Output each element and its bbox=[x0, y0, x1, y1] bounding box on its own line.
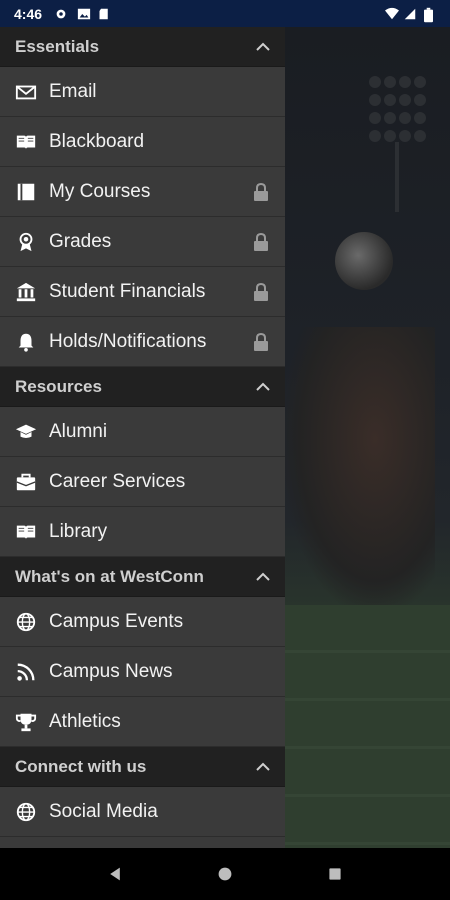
menu-item-my-courses[interactable]: My Courses bbox=[0, 167, 285, 217]
menu-item-campus-news[interactable]: Campus News bbox=[0, 647, 285, 697]
menu-item-label: Career Services bbox=[49, 470, 186, 492]
section-title: Essentials bbox=[15, 36, 100, 56]
section-title: What's on at WestConn bbox=[15, 566, 204, 586]
award-icon bbox=[15, 231, 37, 253]
menu-item-social-media[interactable]: Social Media bbox=[0, 787, 285, 837]
bell-icon bbox=[15, 331, 37, 353]
field bbox=[285, 605, 450, 848]
section-header-resources[interactable]: Resources bbox=[0, 367, 285, 407]
menu-item-holds-notifications[interactable]: Holds/Notifications bbox=[0, 317, 285, 367]
recents-button[interactable] bbox=[323, 862, 347, 886]
trophy-icon bbox=[15, 711, 37, 733]
chevron-up-icon[interactable] bbox=[255, 39, 271, 55]
section-header-what-s-on-at-westconn[interactable]: What's on at WestConn bbox=[0, 557, 285, 597]
settings-icon bbox=[54, 7, 68, 21]
stadium-lights bbox=[369, 76, 426, 212]
back-button[interactable] bbox=[103, 862, 127, 886]
lock-icon bbox=[252, 282, 270, 302]
menu-item-label: Student Financials bbox=[49, 280, 206, 302]
lock-icon bbox=[252, 232, 270, 252]
graduation-cap-icon bbox=[15, 421, 37, 443]
rss-icon bbox=[15, 661, 37, 683]
menu-item-grades[interactable]: Grades bbox=[0, 217, 285, 267]
menu-item-blackboard[interactable]: Blackboard bbox=[0, 117, 285, 167]
lock-icon bbox=[252, 332, 270, 352]
player-silhouette bbox=[285, 327, 435, 607]
bank-icon bbox=[15, 281, 37, 303]
section-header-connect-with-us[interactable]: Connect with us bbox=[0, 747, 285, 787]
menu-item-label: Grades bbox=[49, 230, 112, 252]
menu-item-career-services[interactable]: Career Services bbox=[0, 457, 285, 507]
menu-item-label: Social Media bbox=[49, 800, 158, 822]
book-open-icon bbox=[15, 131, 37, 153]
menu-item-label: Library bbox=[49, 520, 108, 542]
menu-item-label: Campus News bbox=[49, 660, 173, 682]
lock-icon bbox=[252, 182, 270, 202]
menu-item-label: Alumni bbox=[49, 420, 108, 442]
chevron-up-icon[interactable] bbox=[255, 379, 271, 395]
envelope-icon bbox=[15, 81, 37, 103]
sd-card-icon bbox=[98, 7, 112, 21]
system-nav-bar bbox=[0, 848, 450, 900]
menu-item-library[interactable]: Library bbox=[0, 507, 285, 557]
section-title: Resources bbox=[15, 376, 102, 396]
chevron-up-icon[interactable] bbox=[255, 569, 271, 585]
menu-item-label: Holds/Notifications bbox=[49, 330, 207, 352]
menu-item-label: Email bbox=[49, 80, 97, 102]
home-button[interactable] bbox=[213, 862, 237, 886]
menu-item-label: Athletics bbox=[49, 710, 121, 732]
menu-item-campus-events[interactable]: Campus Events bbox=[0, 597, 285, 647]
briefcase-icon bbox=[15, 471, 37, 493]
section-title: Connect with us bbox=[15, 756, 147, 776]
image-icon bbox=[76, 7, 91, 21]
signal-icon bbox=[404, 7, 418, 21]
status-bar: 4:46 bbox=[0, 0, 450, 27]
menu-item-label: Campus Events bbox=[49, 610, 184, 632]
soccer-ball bbox=[335, 232, 393, 290]
book-icon bbox=[15, 181, 37, 203]
section-header-essentials[interactable]: Essentials bbox=[0, 27, 285, 67]
menu-item-email[interactable]: Email bbox=[0, 67, 285, 117]
status-time: 4:46 bbox=[14, 5, 43, 22]
globe-icon bbox=[15, 611, 37, 633]
book-open-icon bbox=[15, 521, 37, 543]
wifi-icon bbox=[384, 7, 399, 21]
chevron-up-icon[interactable] bbox=[255, 759, 271, 775]
globe-icon bbox=[15, 801, 37, 823]
menu-item-student-financials[interactable]: Student Financials bbox=[0, 267, 285, 317]
menu-item-label: Blackboard bbox=[49, 130, 145, 152]
menu-item-alumni[interactable]: Alumni bbox=[0, 407, 285, 457]
battery-icon bbox=[424, 7, 438, 22]
navigation-drawer: Essentials Email Blackboard My Courses Grade… bbox=[0, 27, 285, 848]
menu-item-athletics[interactable]: Athletics bbox=[0, 697, 285, 747]
menu-item-label: My Courses bbox=[49, 180, 151, 202]
